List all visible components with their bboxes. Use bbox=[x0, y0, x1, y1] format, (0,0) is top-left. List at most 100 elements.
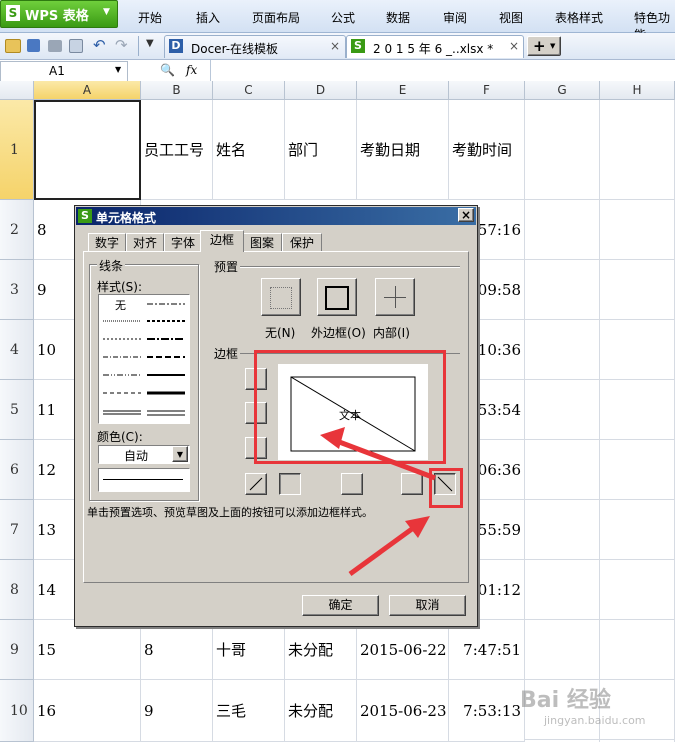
color-select[interactable]: 自动 ▼ bbox=[98, 445, 190, 464]
cell-name[interactable]: 三毛 bbox=[213, 680, 285, 742]
line-style-samples[interactable] bbox=[99, 295, 189, 423]
cell-dept[interactable]: 未分配 bbox=[285, 680, 357, 742]
chevron-down-icon[interactable]: ▼ bbox=[172, 446, 188, 462]
chevron-down-icon: ▼ bbox=[103, 7, 110, 17]
row-header[interactable]: 5 bbox=[0, 380, 34, 440]
chevron-down-icon: ▼ bbox=[550, 42, 556, 50]
col-header-a[interactable]: A bbox=[34, 81, 141, 100]
cell-emp-id[interactable]: 8 bbox=[141, 620, 213, 680]
row-header[interactable]: 10 bbox=[0, 680, 34, 742]
customize-dropdown-icon[interactable]: ▼ bbox=[146, 38, 154, 49]
format-cells-dialog: S 单元格格式 × 数字 对齐 字体 边框 图案 保护 线条 样式(S): 无 bbox=[74, 205, 478, 627]
tab-file-label: 2 0 1 5 年 6 _..xlsx * bbox=[373, 42, 494, 56]
cell-header-dept[interactable]: 部门 bbox=[285, 100, 357, 200]
cell-header-emp-id[interactable]: 员工工号 bbox=[141, 100, 213, 200]
row-header[interactable]: 3 bbox=[0, 260, 34, 320]
line-style-list[interactable]: 无 bbox=[98, 294, 190, 424]
cell-a1-selected[interactable] bbox=[34, 100, 141, 200]
watermark-url: jingyan.baidu.com bbox=[544, 714, 646, 727]
row-header[interactable]: 2 bbox=[0, 200, 34, 260]
menu-page-layout[interactable]: 页面布局 bbox=[252, 9, 300, 26]
cell-date[interactable]: 2015-06-23 bbox=[357, 680, 449, 742]
menu-view[interactable]: 视图 bbox=[499, 9, 523, 26]
name-box[interactable]: A1 ▼ bbox=[0, 61, 128, 82]
formula-input[interactable] bbox=[212, 61, 674, 80]
col-header-c[interactable]: C bbox=[213, 81, 285, 100]
row-header[interactable]: 8 bbox=[0, 560, 34, 620]
col-header-f[interactable]: F bbox=[449, 81, 525, 100]
row-header[interactable]: 9 bbox=[0, 620, 34, 680]
tab-font[interactable]: 字体 bbox=[164, 233, 202, 251]
border-diagonal-up-button[interactable] bbox=[245, 473, 267, 495]
col-header-e[interactable]: E bbox=[357, 81, 449, 100]
cell-a[interactable]: 15 bbox=[34, 620, 141, 680]
dialog-close-button[interactable]: × bbox=[458, 208, 474, 222]
preset-inside-button[interactable] bbox=[375, 278, 415, 316]
cell-a[interactable]: 16 bbox=[34, 680, 141, 742]
cell-header-date[interactable]: 考勤日期 bbox=[357, 100, 449, 200]
grid-cell[interactable] bbox=[525, 100, 600, 200]
toolbar-divider bbox=[138, 36, 139, 56]
highlight-preview-box bbox=[254, 350, 446, 464]
zoom-icon[interactable]: 🔍 bbox=[160, 63, 175, 77]
cell-emp-id[interactable]: 9 bbox=[141, 680, 213, 742]
cell-name[interactable]: 十哥 bbox=[213, 620, 285, 680]
cell-time[interactable]: 7:47:51 bbox=[449, 620, 525, 680]
chevron-down-icon[interactable]: ▼ bbox=[115, 65, 121, 74]
cell-date[interactable]: 2015-06-22 bbox=[357, 620, 449, 680]
tab-protect[interactable]: 保护 bbox=[282, 233, 322, 251]
redo-icon[interactable]: ↷ bbox=[115, 36, 128, 54]
menu-insert[interactable]: 插入 bbox=[196, 9, 220, 26]
fx-icon[interactable]: fx bbox=[186, 63, 197, 77]
save-icon[interactable] bbox=[27, 39, 40, 52]
ok-button[interactable]: 确定 bbox=[302, 595, 379, 616]
tab-docer[interactable]: D Docer-在线模板 × bbox=[164, 35, 346, 58]
tab-alignment[interactable]: 对齐 bbox=[126, 233, 164, 251]
select-all-corner[interactable] bbox=[0, 81, 34, 100]
tab-pattern[interactable]: 图案 bbox=[242, 233, 282, 251]
preset-divider bbox=[240, 266, 460, 268]
cell-header-time[interactable]: 考勤时间 bbox=[449, 100, 525, 200]
preset-none-button[interactable] bbox=[261, 278, 301, 316]
row-header[interactable]: 6 bbox=[0, 440, 34, 500]
color-label: 颜色(C): bbox=[97, 430, 143, 444]
col-header-d[interactable]: D bbox=[285, 81, 357, 100]
cell-dept[interactable]: 未分配 bbox=[285, 620, 357, 680]
preset-none-label: 无(N) bbox=[265, 326, 296, 340]
cell-time[interactable]: 7:53:13 bbox=[449, 680, 525, 742]
row-header[interactable]: 7 bbox=[0, 500, 34, 560]
tab-border[interactable]: 边框 bbox=[200, 230, 244, 252]
menu-table-style[interactable]: 表格样式 bbox=[555, 9, 603, 26]
tab-number[interactable]: 数字 bbox=[88, 233, 126, 251]
preset-outline-button[interactable] bbox=[317, 278, 357, 316]
new-tab-button[interactable]: + ▼ bbox=[527, 36, 561, 56]
undo-icon[interactable]: ↶ bbox=[93, 36, 106, 54]
menu-review[interactable]: 审阅 bbox=[443, 9, 467, 26]
color-preview bbox=[98, 468, 190, 492]
close-icon[interactable]: × bbox=[509, 39, 519, 53]
col-header-h[interactable]: H bbox=[600, 81, 675, 100]
empty-grid-area[interactable] bbox=[525, 200, 675, 742]
dialog-title-bar[interactable]: S 单元格格式 × bbox=[76, 207, 476, 225]
print-preview-icon[interactable] bbox=[69, 39, 83, 53]
menu-home[interactable]: 开始 bbox=[138, 9, 162, 26]
close-icon[interactable]: × bbox=[330, 39, 340, 53]
row-header[interactable]: 1 bbox=[0, 100, 34, 200]
border-left-button[interactable] bbox=[279, 473, 301, 495]
wps-app-button[interactable]: S WPS 表格 ▼ bbox=[0, 0, 118, 28]
col-header-g[interactable]: G bbox=[525, 81, 600, 100]
preset-group-title: 预置 bbox=[214, 260, 239, 274]
open-folder-icon[interactable] bbox=[5, 39, 21, 53]
menu-formula[interactable]: 公式 bbox=[331, 9, 355, 26]
menu-data[interactable]: 数据 bbox=[386, 9, 410, 26]
col-header-b[interactable]: B bbox=[141, 81, 213, 100]
border-right-button[interactable] bbox=[401, 473, 423, 495]
border-middle-v-button[interactable] bbox=[341, 473, 363, 495]
cancel-button[interactable]: 取消 bbox=[389, 595, 466, 616]
print-icon[interactable] bbox=[48, 40, 62, 52]
watermark-logo: Bai 经验 bbox=[520, 688, 611, 713]
cell-header-name[interactable]: 姓名 bbox=[213, 100, 285, 200]
row-header[interactable]: 4 bbox=[0, 320, 34, 380]
grid-cell[interactable] bbox=[600, 100, 675, 200]
tab-file[interactable]: S 2 0 1 5 年 6 _..xlsx * × bbox=[346, 35, 524, 58]
